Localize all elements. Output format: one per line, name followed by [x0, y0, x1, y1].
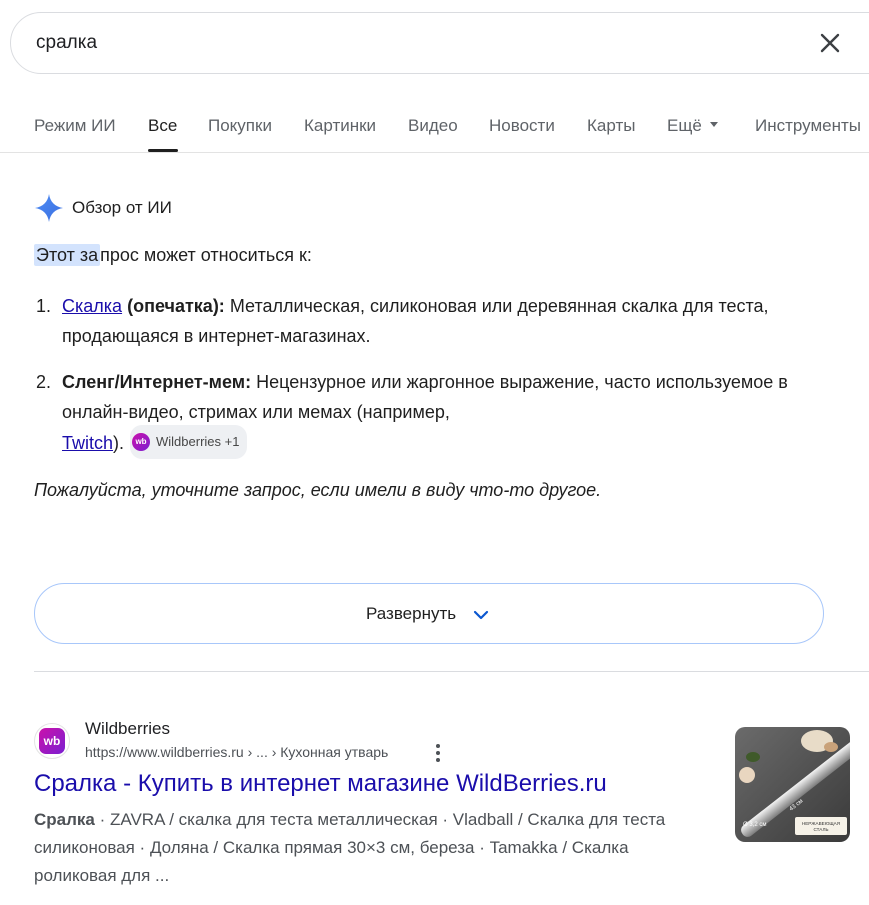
source-chip[interactable]: wb Wildberries +1 — [130, 425, 248, 459]
wildberries-logo-icon: wb — [39, 728, 65, 754]
expand-label: Развернуть — [366, 604, 457, 623]
wildberries-logo-icon: wb — [132, 433, 151, 451]
thumb-diameter-label: Ø 3,2 см — [743, 822, 766, 828]
tab-shopping[interactable]: Покупки — [208, 116, 272, 136]
list-number: 2. — [36, 372, 52, 392]
tab-images[interactable]: Картинки — [304, 116, 376, 136]
ai-note: Пожалуйста, уточните запрос, если имели … — [34, 480, 602, 500]
chevron-down-icon — [473, 610, 489, 620]
selected-text: Этот за — [34, 244, 101, 266]
tab-videos[interactable]: Видео — [408, 116, 458, 136]
list-item: Сленг/Интернет-мем: Нецензурное или жарг… — [62, 367, 822, 461]
snippet-bold: Сралка — [34, 810, 95, 829]
close-icon[interactable] — [818, 31, 842, 55]
list-number: 1. — [36, 296, 52, 316]
result-snippet: Сралка · ZAVRA / скалка для теста металл… — [34, 806, 704, 890]
tab-ai-mode[interactable]: Режим ИИ — [34, 116, 116, 136]
snippet-text: · ZAVRA / скалка для теста металлическая… — [34, 810, 666, 885]
site-url[interactable]: https://www.wildberries.ru › ... › Кухон… — [85, 744, 388, 760]
gemini-spark-icon — [35, 194, 63, 222]
search-input[interactable]: сралка — [36, 32, 97, 54]
source-chip-label: Wildberries +1 — [156, 434, 240, 449]
result-thumbnail[interactable]: 43 см Ø 3,2 см НЕРЖАВЕЮЩАЯ СТАЛЬ — [735, 727, 850, 842]
site-favicon[interactable]: wb — [34, 723, 70, 759]
intro-text: прос может относиться к: — [100, 245, 312, 265]
section-divider — [34, 671, 869, 672]
tabs-divider — [0, 152, 869, 153]
thumb-badge-line1: НЕРЖАВЕЮЩАЯ — [802, 821, 840, 826]
tab-maps[interactable]: Карты — [587, 116, 635, 136]
result-title-link[interactable]: Сралка - Купить в интернет магазине Wild… — [34, 770, 607, 798]
item-after: ). — [113, 432, 125, 453]
tab-more-label: Ещё — [667, 116, 702, 135]
thumb-badge — [795, 817, 847, 835]
ai-overview-title: Обзор от ИИ — [72, 198, 172, 217]
tab-news[interactable]: Новости — [489, 116, 555, 136]
more-options-icon[interactable] — [428, 742, 448, 764]
thumb-badge-line2: СТАЛЬ — [813, 827, 828, 832]
link-twitch[interactable]: Twitch — [62, 433, 113, 453]
site-name[interactable]: Wildberries — [85, 719, 170, 739]
list-item: Скалка (опечатка): Металлическая, силико… — [62, 291, 822, 351]
tab-tools[interactable]: Инструменты — [755, 116, 861, 136]
tab-all[interactable]: Все — [148, 116, 177, 136]
expand-button[interactable]: Развернуть — [34, 583, 824, 644]
ai-intro: Этот за прос может относиться к: — [34, 244, 312, 266]
item-bold: Сленг/Интернет-мем: — [62, 372, 252, 392]
item-bold: (опечатка): — [127, 296, 225, 316]
search-box[interactable]: сралка — [10, 12, 869, 74]
caret-down-icon — [709, 122, 718, 128]
link-skalka[interactable]: Скалка — [62, 296, 122, 316]
tab-more[interactable]: Ещё — [667, 116, 718, 136]
